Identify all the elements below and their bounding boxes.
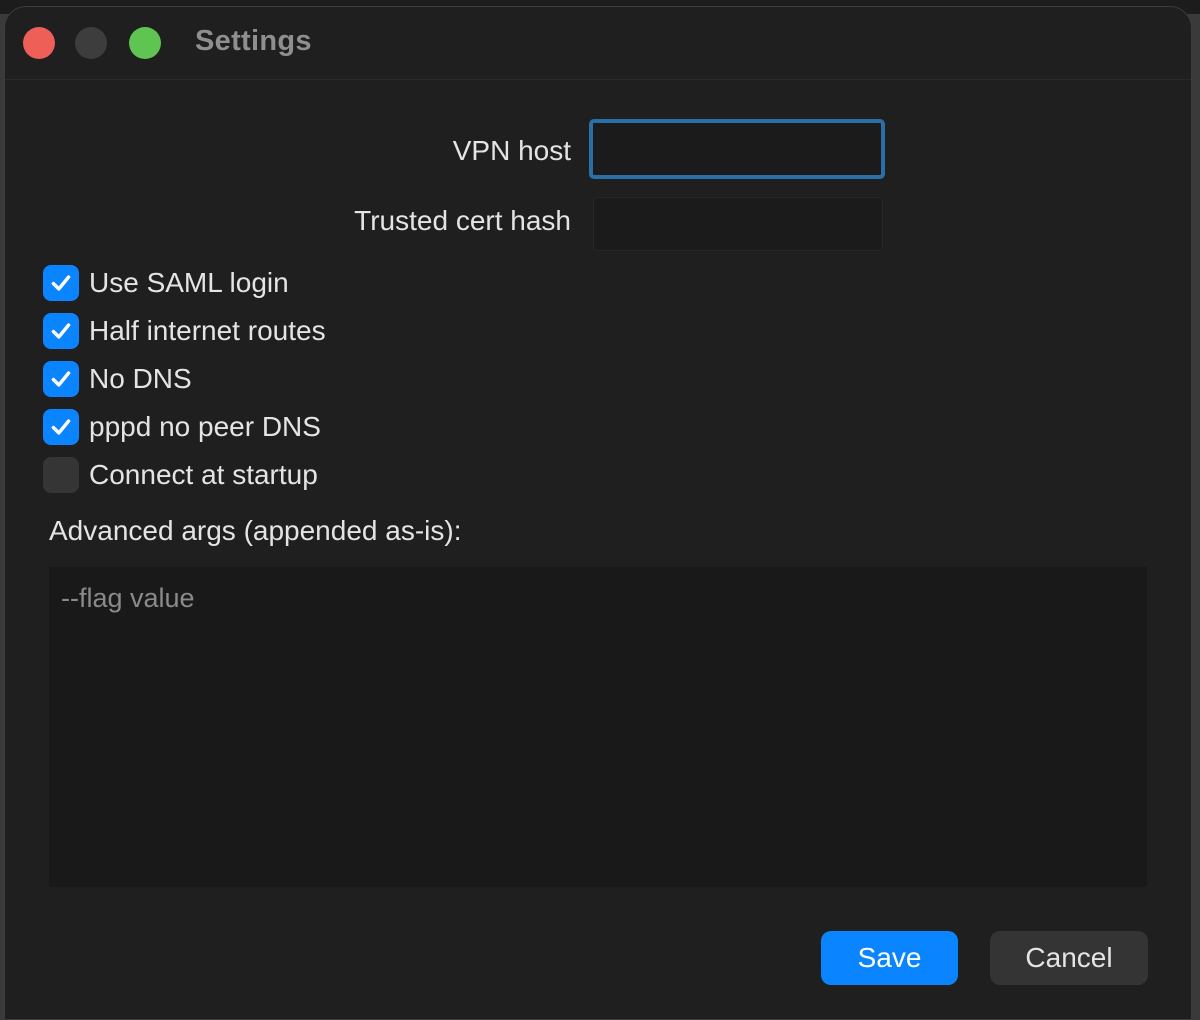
vpn-host-label: VPN host (452, 135, 571, 166)
option-half-internet-routes[interactable]: Half internet routes (43, 311, 326, 351)
pppd-no-peer-dns-label: pppd no peer DNS (89, 411, 321, 442)
trusted-cert-hash-input[interactable] (593, 197, 883, 251)
vpn-host-input[interactable] (589, 119, 885, 179)
option-use-saml-login[interactable]: Use SAML login (43, 263, 289, 303)
no-dns-label: No DNS (89, 363, 192, 394)
no-dns-checkbox[interactable] (43, 361, 79, 397)
trusted-cert-hash-label: Trusted cert hash (354, 205, 571, 236)
cancel-button[interactable]: Cancel (990, 931, 1148, 985)
use-saml-login-label: Use SAML login (89, 267, 289, 298)
close-window-button[interactable] (23, 27, 55, 59)
half-internet-routes-label: Half internet routes (89, 315, 326, 346)
option-no-dns[interactable]: No DNS (43, 359, 192, 399)
checkmark-icon (51, 419, 71, 435)
advanced-args-label: Advanced args (appended as-is): (49, 515, 462, 546)
window-title: Settings (195, 25, 312, 57)
title-bar: Settings (5, 7, 1191, 80)
connect-at-startup-label: Connect at startup (89, 459, 318, 490)
connect-at-startup-checkbox[interactable] (43, 457, 79, 493)
use-saml-login-checkbox[interactable] (43, 265, 79, 301)
checkmark-icon (51, 275, 71, 291)
checkmark-icon (51, 371, 71, 387)
minimize-window-button[interactable] (75, 27, 107, 59)
pppd-no-peer-dns-checkbox[interactable] (43, 409, 79, 445)
advanced-args-textarea[interactable] (49, 567, 1147, 887)
option-connect-at-startup[interactable]: Connect at startup (43, 455, 318, 495)
half-internet-routes-checkbox[interactable] (43, 313, 79, 349)
option-pppd-no-peer-dns[interactable]: pppd no peer DNS (43, 407, 321, 447)
settings-window: Settings VPN host Trusted cert hash Use … (4, 6, 1192, 1020)
zoom-window-button[interactable] (129, 27, 161, 59)
save-button[interactable]: Save (821, 931, 958, 985)
checkmark-icon (51, 323, 71, 339)
